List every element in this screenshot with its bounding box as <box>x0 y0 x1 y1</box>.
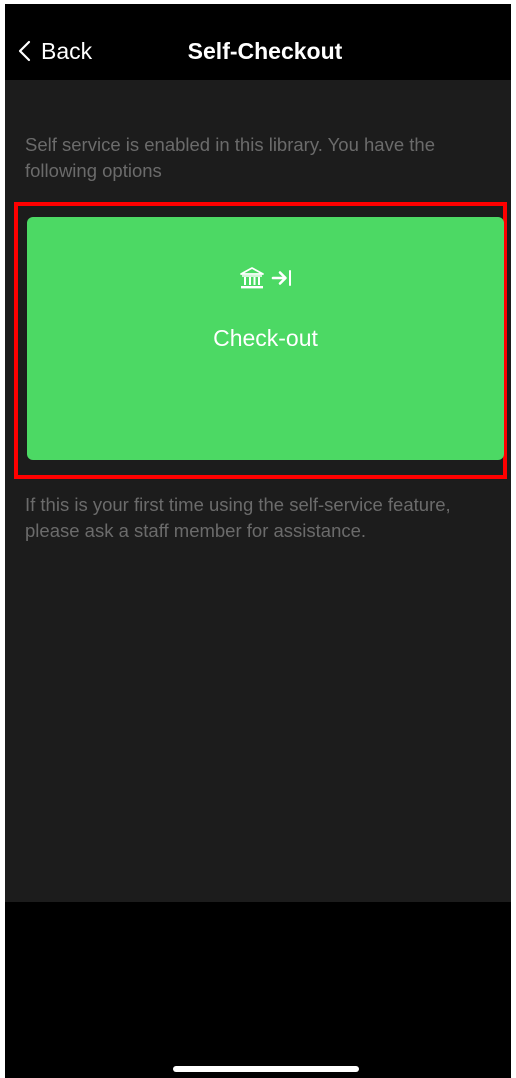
chevron-left-icon <box>18 40 31 62</box>
help-text: If this is your first time using the sel… <box>25 494 451 541</box>
main-content: Self service is enabled in this library.… <box>5 80 511 902</box>
check-out-button[interactable]: Check-out <box>27 217 504 460</box>
home-indicator[interactable] <box>173 1066 359 1072</box>
check-out-label: Check-out <box>213 325 318 351</box>
navigation-bar: Back Self-Checkout <box>5 4 511 80</box>
arrow-right-to-bar-icon <box>271 270 291 286</box>
phone-screen: Back Self-Checkout Self service is enabl… <box>5 4 511 1078</box>
back-button[interactable]: Back <box>15 34 92 68</box>
check-out-icons <box>27 265 504 291</box>
back-label: Back <box>41 37 93 64</box>
intro-text: Self service is enabled in this library.… <box>25 134 435 181</box>
page-title: Self-Checkout <box>187 38 343 64</box>
library-building-icon <box>239 267 264 289</box>
